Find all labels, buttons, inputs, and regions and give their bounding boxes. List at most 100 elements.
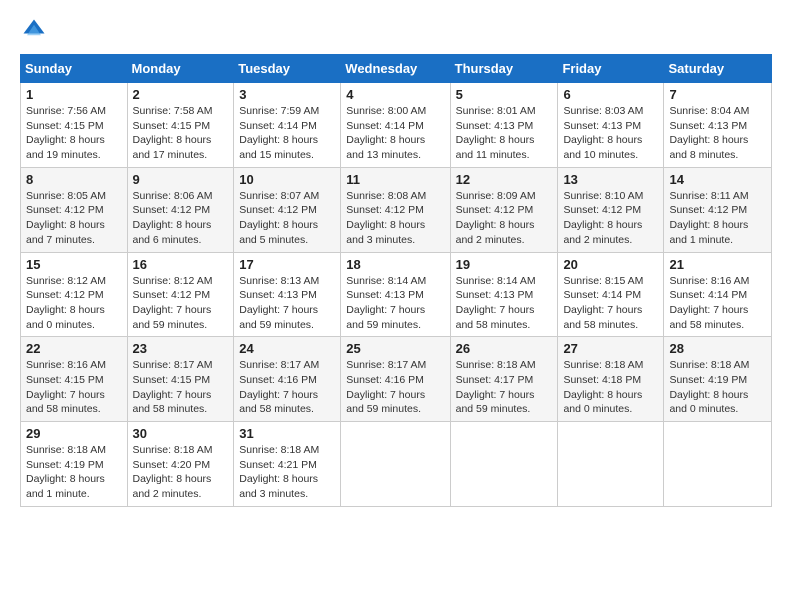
day-detail: Sunrise: 7:58 AM Sunset: 4:15 PM Dayligh… — [133, 104, 229, 163]
logo-icon — [20, 16, 48, 44]
day-number: 27 — [563, 341, 658, 356]
day-number: 21 — [669, 257, 766, 272]
day-of-week-header: Friday — [558, 55, 664, 83]
day-number: 25 — [346, 341, 444, 356]
day-detail: Sunrise: 8:17 AM Sunset: 4:16 PM Dayligh… — [239, 358, 335, 417]
day-number: 13 — [563, 172, 658, 187]
calendar-day-cell — [558, 422, 664, 507]
day-detail: Sunrise: 8:11 AM Sunset: 4:12 PM Dayligh… — [669, 189, 766, 248]
day-detail: Sunrise: 8:16 AM Sunset: 4:14 PM Dayligh… — [669, 274, 766, 333]
calendar-day-cell: 8 Sunrise: 8:05 AM Sunset: 4:12 PM Dayli… — [21, 167, 128, 252]
day-number: 19 — [456, 257, 553, 272]
day-number: 8 — [26, 172, 122, 187]
calendar-day-cell: 11 Sunrise: 8:08 AM Sunset: 4:12 PM Dayl… — [341, 167, 450, 252]
calendar-week-row: 8 Sunrise: 8:05 AM Sunset: 4:12 PM Dayli… — [21, 167, 772, 252]
calendar-day-cell: 24 Sunrise: 8:17 AM Sunset: 4:16 PM Dayl… — [234, 337, 341, 422]
day-number: 5 — [456, 87, 553, 102]
day-detail: Sunrise: 8:03 AM Sunset: 4:13 PM Dayligh… — [563, 104, 658, 163]
calendar-day-cell: 15 Sunrise: 8:12 AM Sunset: 4:12 PM Dayl… — [21, 252, 128, 337]
calendar-header-row: SundayMondayTuesdayWednesdayThursdayFrid… — [21, 55, 772, 83]
calendar-day-cell: 29 Sunrise: 8:18 AM Sunset: 4:19 PM Dayl… — [21, 422, 128, 507]
day-detail: Sunrise: 8:16 AM Sunset: 4:15 PM Dayligh… — [26, 358, 122, 417]
calendar-day-cell: 27 Sunrise: 8:18 AM Sunset: 4:18 PM Dayl… — [558, 337, 664, 422]
calendar-day-cell: 13 Sunrise: 8:10 AM Sunset: 4:12 PM Dayl… — [558, 167, 664, 252]
calendar-day-cell: 25 Sunrise: 8:17 AM Sunset: 4:16 PM Dayl… — [341, 337, 450, 422]
calendar-day-cell: 20 Sunrise: 8:15 AM Sunset: 4:14 PM Dayl… — [558, 252, 664, 337]
day-number: 15 — [26, 257, 122, 272]
calendar-day-cell: 18 Sunrise: 8:14 AM Sunset: 4:13 PM Dayl… — [341, 252, 450, 337]
day-number: 10 — [239, 172, 335, 187]
calendar-day-cell: 19 Sunrise: 8:14 AM Sunset: 4:13 PM Dayl… — [450, 252, 558, 337]
day-detail: Sunrise: 8:04 AM Sunset: 4:13 PM Dayligh… — [669, 104, 766, 163]
calendar-day-cell: 10 Sunrise: 8:07 AM Sunset: 4:12 PM Dayl… — [234, 167, 341, 252]
day-of-week-header: Thursday — [450, 55, 558, 83]
day-of-week-header: Tuesday — [234, 55, 341, 83]
calendar-table: SundayMondayTuesdayWednesdayThursdayFrid… — [20, 54, 772, 507]
day-detail: Sunrise: 8:12 AM Sunset: 4:12 PM Dayligh… — [26, 274, 122, 333]
calendar-day-cell: 17 Sunrise: 8:13 AM Sunset: 4:13 PM Dayl… — [234, 252, 341, 337]
calendar-week-row: 22 Sunrise: 8:16 AM Sunset: 4:15 PM Dayl… — [21, 337, 772, 422]
day-of-week-header: Monday — [127, 55, 234, 83]
calendar-day-cell: 31 Sunrise: 8:18 AM Sunset: 4:21 PM Dayl… — [234, 422, 341, 507]
day-detail: Sunrise: 8:18 AM Sunset: 4:17 PM Dayligh… — [456, 358, 553, 417]
day-number: 20 — [563, 257, 658, 272]
calendar-day-cell: 26 Sunrise: 8:18 AM Sunset: 4:17 PM Dayl… — [450, 337, 558, 422]
day-detail: Sunrise: 8:14 AM Sunset: 4:13 PM Dayligh… — [456, 274, 553, 333]
day-number: 6 — [563, 87, 658, 102]
day-detail: Sunrise: 8:12 AM Sunset: 4:12 PM Dayligh… — [133, 274, 229, 333]
day-detail: Sunrise: 8:17 AM Sunset: 4:15 PM Dayligh… — [133, 358, 229, 417]
day-number: 24 — [239, 341, 335, 356]
day-number: 26 — [456, 341, 553, 356]
day-number: 31 — [239, 426, 335, 441]
day-detail: Sunrise: 8:14 AM Sunset: 4:13 PM Dayligh… — [346, 274, 444, 333]
calendar-day-cell: 4 Sunrise: 8:00 AM Sunset: 4:14 PM Dayli… — [341, 83, 450, 168]
day-detail: Sunrise: 8:18 AM Sunset: 4:19 PM Dayligh… — [669, 358, 766, 417]
calendar-day-cell: 5 Sunrise: 8:01 AM Sunset: 4:13 PM Dayli… — [450, 83, 558, 168]
day-of-week-header: Sunday — [21, 55, 128, 83]
day-detail: Sunrise: 8:09 AM Sunset: 4:12 PM Dayligh… — [456, 189, 553, 248]
day-detail: Sunrise: 8:13 AM Sunset: 4:13 PM Dayligh… — [239, 274, 335, 333]
day-number: 3 — [239, 87, 335, 102]
day-number: 4 — [346, 87, 444, 102]
day-number: 23 — [133, 341, 229, 356]
day-detail: Sunrise: 8:01 AM Sunset: 4:13 PM Dayligh… — [456, 104, 553, 163]
calendar-day-cell: 22 Sunrise: 8:16 AM Sunset: 4:15 PM Dayl… — [21, 337, 128, 422]
calendar-day-cell: 2 Sunrise: 7:58 AM Sunset: 4:15 PM Dayli… — [127, 83, 234, 168]
day-detail: Sunrise: 8:06 AM Sunset: 4:12 PM Dayligh… — [133, 189, 229, 248]
day-detail: Sunrise: 8:05 AM Sunset: 4:12 PM Dayligh… — [26, 189, 122, 248]
calendar-day-cell: 30 Sunrise: 8:18 AM Sunset: 4:20 PM Dayl… — [127, 422, 234, 507]
day-detail: Sunrise: 8:18 AM Sunset: 4:21 PM Dayligh… — [239, 443, 335, 502]
day-number: 11 — [346, 172, 444, 187]
calendar-day-cell: 9 Sunrise: 8:06 AM Sunset: 4:12 PM Dayli… — [127, 167, 234, 252]
calendar-day-cell: 6 Sunrise: 8:03 AM Sunset: 4:13 PM Dayli… — [558, 83, 664, 168]
day-number: 28 — [669, 341, 766, 356]
day-number: 9 — [133, 172, 229, 187]
calendar-day-cell: 14 Sunrise: 8:11 AM Sunset: 4:12 PM Dayl… — [664, 167, 772, 252]
calendar-day-cell: 21 Sunrise: 8:16 AM Sunset: 4:14 PM Dayl… — [664, 252, 772, 337]
calendar-day-cell: 7 Sunrise: 8:04 AM Sunset: 4:13 PM Dayli… — [664, 83, 772, 168]
day-detail: Sunrise: 8:07 AM Sunset: 4:12 PM Dayligh… — [239, 189, 335, 248]
calendar-day-cell — [341, 422, 450, 507]
day-detail: Sunrise: 7:59 AM Sunset: 4:14 PM Dayligh… — [239, 104, 335, 163]
calendar-day-cell: 28 Sunrise: 8:18 AM Sunset: 4:19 PM Dayl… — [664, 337, 772, 422]
calendar-week-row: 1 Sunrise: 7:56 AM Sunset: 4:15 PM Dayli… — [21, 83, 772, 168]
calendar-week-row: 29 Sunrise: 8:18 AM Sunset: 4:19 PM Dayl… — [21, 422, 772, 507]
day-number: 18 — [346, 257, 444, 272]
page-header — [20, 16, 772, 44]
calendar-day-cell: 16 Sunrise: 8:12 AM Sunset: 4:12 PM Dayl… — [127, 252, 234, 337]
day-of-week-header: Saturday — [664, 55, 772, 83]
logo — [20, 16, 52, 44]
day-number: 22 — [26, 341, 122, 356]
day-number: 30 — [133, 426, 229, 441]
day-number: 16 — [133, 257, 229, 272]
day-detail: Sunrise: 8:18 AM Sunset: 4:20 PM Dayligh… — [133, 443, 229, 502]
day-detail: Sunrise: 8:00 AM Sunset: 4:14 PM Dayligh… — [346, 104, 444, 163]
calendar-day-cell — [450, 422, 558, 507]
day-number: 17 — [239, 257, 335, 272]
day-detail: Sunrise: 8:18 AM Sunset: 4:18 PM Dayligh… — [563, 358, 658, 417]
calendar-day-cell: 1 Sunrise: 7:56 AM Sunset: 4:15 PM Dayli… — [21, 83, 128, 168]
calendar-day-cell: 23 Sunrise: 8:17 AM Sunset: 4:15 PM Dayl… — [127, 337, 234, 422]
day-number: 7 — [669, 87, 766, 102]
day-detail: Sunrise: 8:10 AM Sunset: 4:12 PM Dayligh… — [563, 189, 658, 248]
calendar-week-row: 15 Sunrise: 8:12 AM Sunset: 4:12 PM Dayl… — [21, 252, 772, 337]
